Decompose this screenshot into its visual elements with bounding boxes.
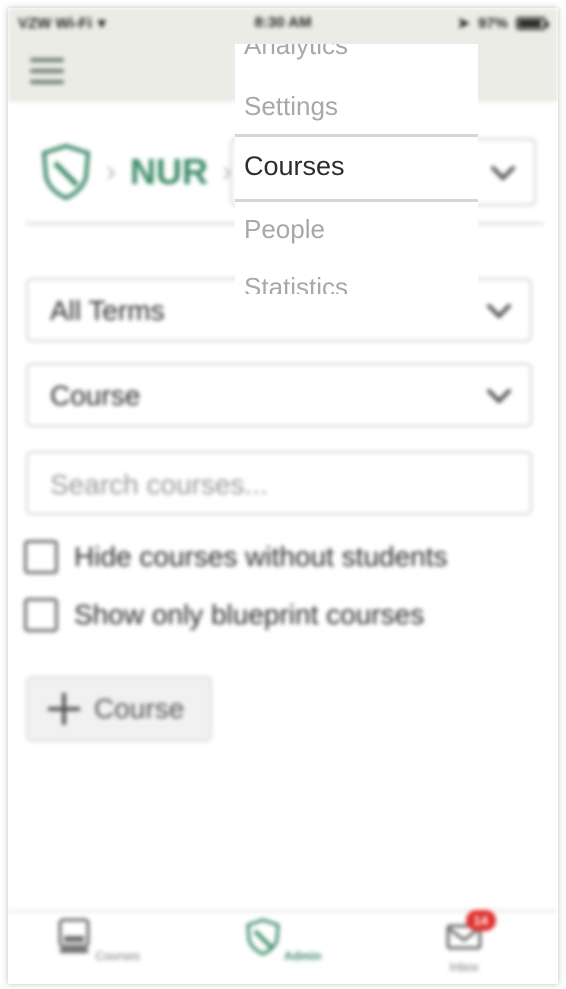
term-select-value: All Terms — [50, 295, 165, 326]
breadcrumb-separator: › — [222, 155, 232, 188]
picker-option-courses[interactable]: Courses — [244, 151, 345, 182]
breadcrumb-separator: › — [106, 155, 116, 188]
admin-shield-icon — [246, 918, 280, 956]
type-select[interactable]: Course — [26, 363, 532, 427]
battery-icon — [516, 16, 549, 30]
hide-without-students-label: Hide courses without students — [74, 541, 448, 572]
chevron-down-icon — [487, 304, 511, 319]
blueprint-only-checkbox[interactable] — [24, 598, 58, 632]
inbox-badge: 14 — [465, 910, 496, 931]
status-right: ➤ 97% — [457, 14, 549, 32]
blueprint-only-label: Show only blueprint courses — [74, 599, 425, 630]
section-picker[interactable]: Analytics Settings Courses People Statis… — [235, 44, 478, 294]
tab-courses-label: Courses — [95, 949, 141, 963]
tab-inbox[interactable]: 14 Inbox — [414, 910, 514, 974]
location-icon: ➤ — [457, 15, 470, 32]
status-bar: VZW Wi-Fi ▾ 8:30 AM ➤ 97% — [8, 8, 558, 38]
tab-inbox-label: Inbox — [449, 960, 479, 974]
tab-admin-label: Admin — [284, 949, 322, 963]
chevron-down-icon — [491, 166, 515, 181]
add-course-button[interactable]: Course — [26, 676, 212, 742]
tab-admin[interactable]: Admin — [233, 918, 333, 963]
hide-without-students-checkbox[interactable] — [24, 540, 58, 574]
courses-icon — [58, 918, 90, 953]
picker-option-people[interactable]: People — [244, 214, 325, 245]
hide-without-students-row[interactable]: Hide courses without students — [24, 540, 448, 574]
picker-option-analytics[interactable]: Analytics — [244, 44, 348, 61]
bottom-tab-bar: Courses Admin 14 Inbox — [8, 910, 558, 984]
inbox-icon-wrap: 14 — [446, 910, 496, 956]
breadcrumb-account[interactable]: NUR — [130, 151, 208, 193]
admin-shield-icon[interactable] — [40, 143, 92, 201]
battery-percent: 97% — [477, 14, 508, 32]
picker-option-settings[interactable]: Settings — [244, 91, 338, 122]
add-course-label: Course — [94, 693, 185, 724]
chevron-down-icon — [487, 389, 511, 404]
hamburger-menu-icon[interactable] — [30, 58, 64, 84]
plus-icon — [48, 693, 80, 725]
blueprint-only-row[interactable]: Show only blueprint courses — [24, 598, 424, 632]
search-placeholder: Search courses... — [50, 469, 268, 500]
breadcrumb: › NUR › — [40, 143, 232, 201]
picker-option-statistics[interactable]: Statistics — [244, 272, 348, 294]
tab-courses[interactable]: Courses — [48, 918, 148, 963]
search-input[interactable]: Search courses... — [26, 451, 532, 515]
type-select-value: Course — [50, 380, 141, 411]
